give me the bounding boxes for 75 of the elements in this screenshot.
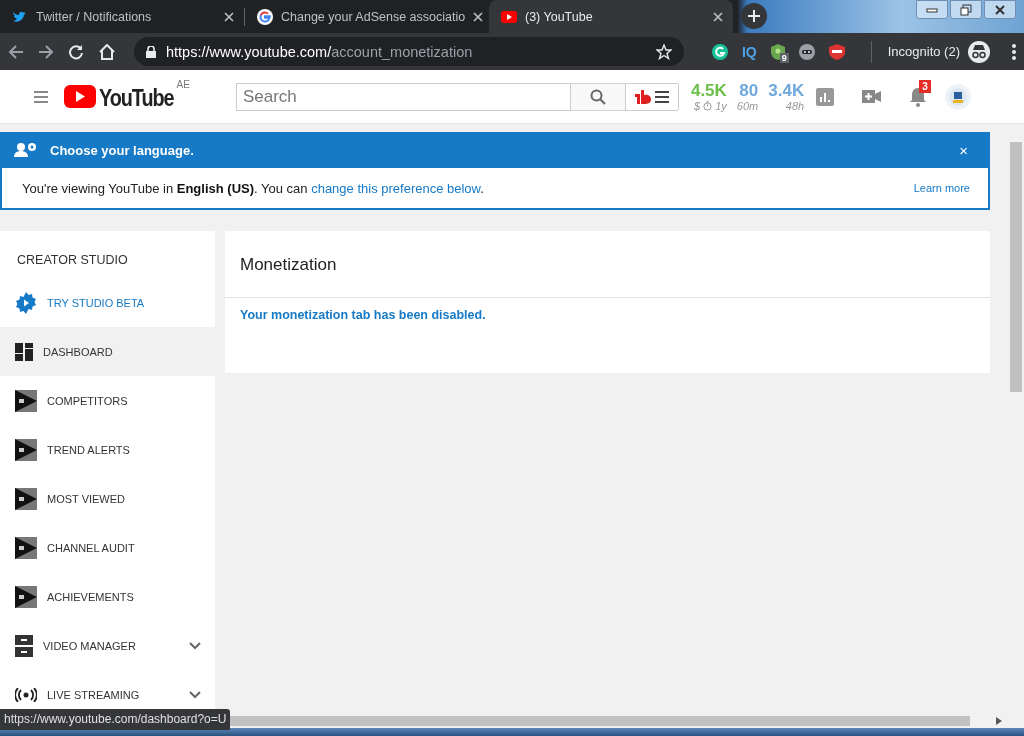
chevron-down-icon: [189, 690, 201, 699]
stacked-boxes-icon: [15, 634, 33, 657]
grammar-extension-icon[interactable]: [711, 43, 728, 60]
restore-icon: [960, 3, 972, 16]
gear-icon: [15, 291, 37, 314]
close-button[interactable]: [984, 0, 1016, 19]
chevron-down-icon: [189, 641, 201, 650]
play-badge-icon: [15, 438, 37, 461]
browser-tab[interactable]: (3) YouTube: [489, 0, 733, 33]
restore-button[interactable]: [950, 0, 982, 19]
extension-button[interactable]: IQ: [741, 43, 757, 60]
play-icon: [501, 10, 517, 23]
page-title: Monetization: [225, 231, 990, 298]
close-icon: [994, 4, 1006, 15]
bar-chart-icon[interactable]: [816, 87, 835, 106]
close-button[interactable]: ×: [959, 141, 976, 159]
learn-more-link[interactable]: Learn more: [913, 182, 970, 194]
menu-icon: [654, 90, 669, 103]
play-badge-icon: [15, 585, 37, 608]
plus-icon: [747, 9, 761, 23]
stat-caption: 48h: [785, 99, 805, 112]
browser-tab[interactable]: Change your AdSense associatio: [245, 0, 489, 33]
search-button[interactable]: [570, 82, 626, 111]
scroll-right-icon[interactable]: [996, 717, 1002, 725]
address-bar[interactable]: https://www.youtube.com/account_monetization: [134, 37, 684, 66]
bird-icon: [12, 9, 28, 24]
banner-title: Choose your language.: [50, 142, 194, 158]
close-icon[interactable]: [473, 11, 484, 22]
url-text: https://www.youtube.com/account_monetization: [166, 43, 474, 60]
play-badge-icon: [15, 536, 37, 559]
extension-menu-button[interactable]: [624, 82, 679, 111]
play-badge-icon: [15, 389, 37, 412]
forward-icon[interactable]: [38, 43, 54, 60]
stat-caption: 60m: [736, 99, 759, 112]
reload-icon[interactable]: [68, 43, 84, 60]
stat-value: 4.5K: [690, 81, 727, 100]
language-person-icon: [14, 142, 38, 158]
url-tooltip: https://www.youtube.com/dashboard?o=U: [0, 709, 231, 730]
channel-avatar-icon: [949, 87, 968, 106]
new-tab-button[interactable]: [741, 3, 767, 29]
browser-tab[interactable]: Twitter / Notifications: [0, 0, 244, 33]
ninja-extension-icon[interactable]: [798, 43, 815, 60]
star-icon[interactable]: [655, 43, 672, 60]
search-icon: [589, 88, 606, 105]
notification-count: 3: [919, 79, 931, 93]
extension-logo-icon: [634, 89, 651, 104]
play-badge-icon: [15, 487, 37, 510]
status-message: Your monetization tab has been disabled.: [239, 307, 487, 324]
stat-value: 80: [739, 81, 759, 100]
lock-icon: [146, 45, 156, 58]
stat-caption: $ 1y: [694, 99, 727, 112]
avatar[interactable]: [945, 83, 972, 110]
more-icon[interactable]: [1012, 43, 1016, 60]
back-icon[interactable]: [8, 43, 24, 60]
stat-value: 3.4K: [768, 81, 805, 100]
broadcast-icon: [15, 687, 37, 702]
sidebar-item[interactable]: DASHBOARD: [0, 327, 215, 376]
minimize-icon: [926, 6, 938, 13]
sidebar-heading: CREATOR STUDIO: [16, 252, 129, 269]
incognito-icon[interactable]: [968, 40, 990, 63]
video-camera-icon[interactable]: [862, 90, 882, 103]
dashboard-icon: [15, 342, 33, 361]
close-icon[interactable]: [224, 11, 234, 22]
menu-icon[interactable]: [34, 90, 48, 103]
search-field[interactable]: Search: [235, 82, 571, 111]
banner-message: You're viewing YouTube in English (US). You can change this preference below.: [22, 180, 484, 196]
close-icon[interactable]: [713, 11, 723, 22]
g-icon: [257, 8, 273, 25]
play-icon: [64, 85, 96, 108]
timer-icon: [703, 100, 713, 111]
profile-label: Incognito (2): [887, 44, 960, 59]
home-icon[interactable]: [98, 43, 116, 60]
minimize-button[interactable]: [916, 0, 948, 19]
shield-icon: [770, 43, 785, 60]
emblem-shield-icon[interactable]: [828, 43, 845, 60]
